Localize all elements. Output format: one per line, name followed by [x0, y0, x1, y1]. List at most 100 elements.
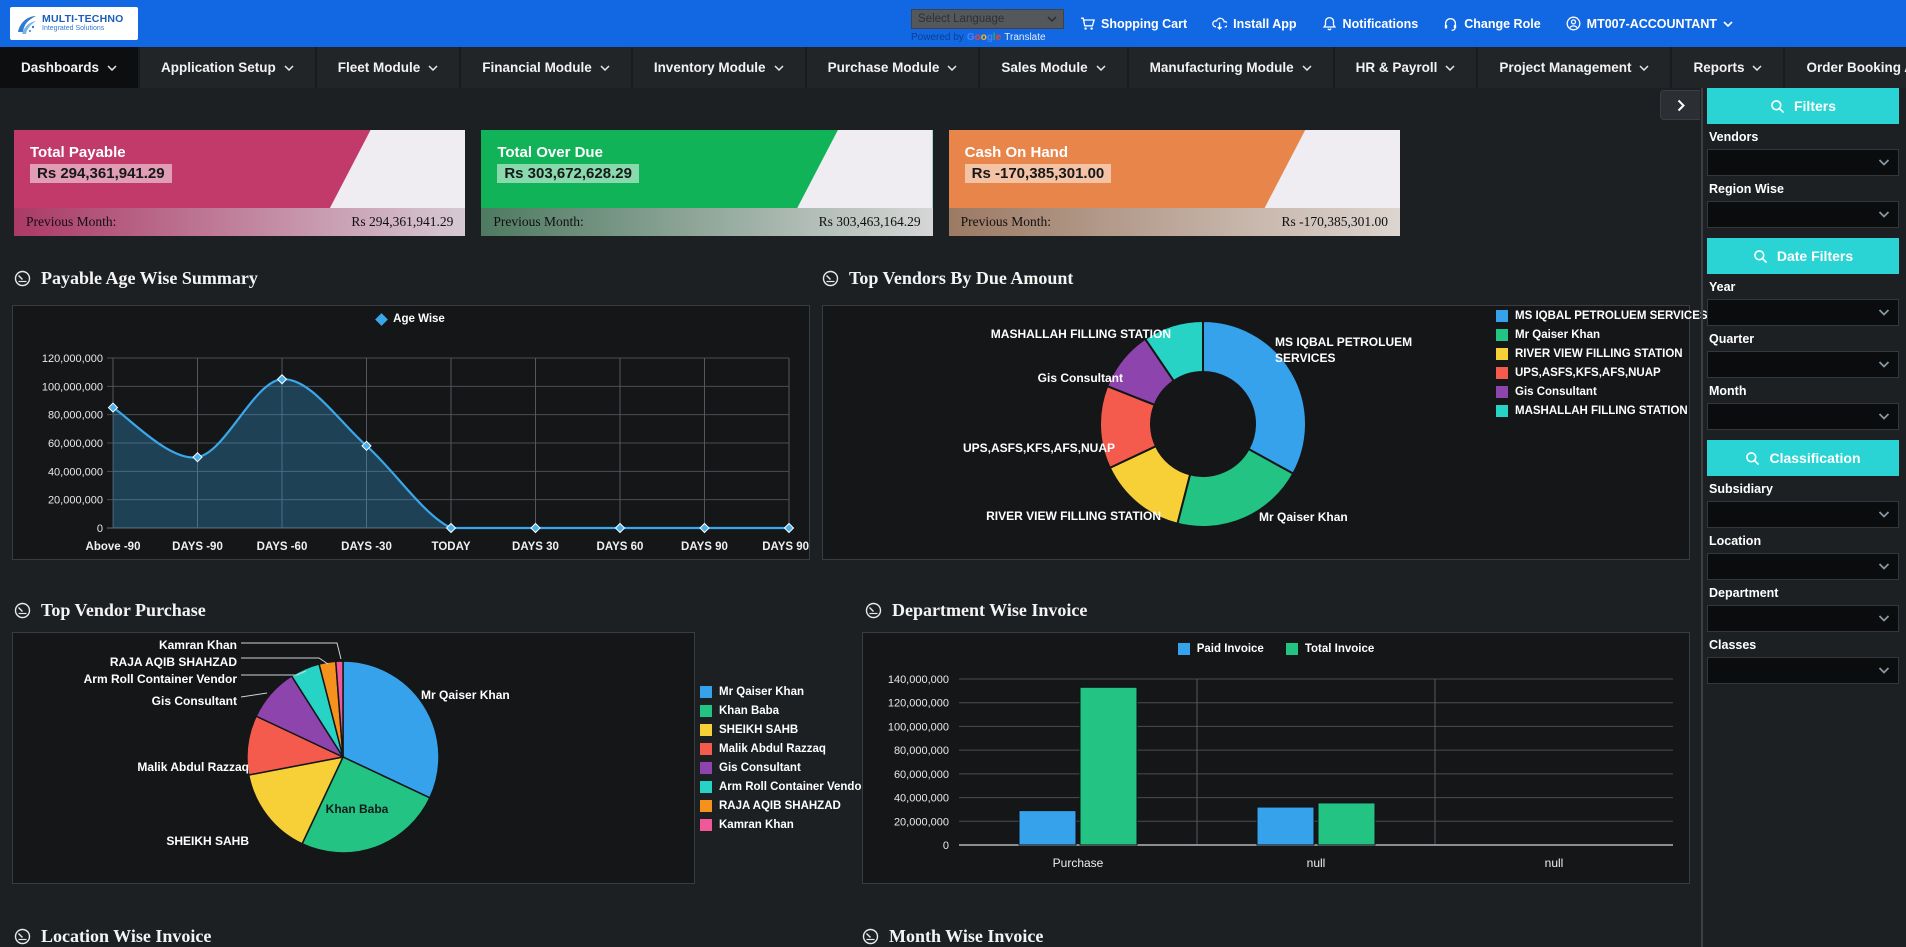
legend-item[interactable]: MS IQBAL PETROLUEM SERVICES — [1496, 310, 1708, 322]
legend-item[interactable]: MASHALLAH FILLING STATION — [1496, 405, 1708, 417]
legend-item[interactable]: Arm Roll Container Vendor — [700, 781, 866, 793]
legend-swatch — [1496, 329, 1508, 341]
chevron-down-icon — [1445, 65, 1455, 71]
svg-text:DAYS 60: DAYS 60 — [597, 541, 644, 553]
filter-select-year[interactable] — [1707, 299, 1899, 326]
svg-text:DAYS 90: DAYS 90 — [681, 541, 728, 553]
nav-item-inventory-module[interactable]: Inventory Module — [633, 47, 807, 88]
legend-item[interactable]: Paid Invoice — [1178, 643, 1264, 655]
section-title-location-invoice: Location Wise Invoice — [14, 926, 211, 947]
legend-item[interactable]: UPS,ASFS,KFS,AFS,NUAP — [1496, 367, 1708, 379]
legend-item[interactable]: RIVER VIEW FILLING STATION — [1496, 348, 1708, 360]
legend-label: RAJA AQIB SHAHZAD — [719, 800, 841, 812]
header-action-label: Install App — [1233, 17, 1296, 31]
language-widget: Select Language Powered by Google Transl… — [911, 9, 1064, 43]
collapse-sidebar-button[interactable] — [1660, 90, 1700, 120]
filter-select-region-wise[interactable] — [1707, 201, 1899, 228]
svg-text:DAYS -90: DAYS -90 — [172, 541, 223, 553]
filter-select-department[interactable] — [1707, 605, 1899, 632]
svg-text:80,000,000: 80,000,000 — [48, 410, 103, 422]
legend-item[interactable]: Age Wise — [377, 313, 445, 325]
kpi-title: Total Over Due — [497, 144, 932, 161]
sidebar-header-label: Date Filters — [1777, 248, 1853, 264]
legend-item[interactable]: Khan Baba — [700, 705, 866, 717]
filter-select-subsidiary[interactable] — [1707, 501, 1899, 528]
svg-text:DAYS 90+: DAYS 90+ — [762, 541, 809, 553]
legend-item[interactable]: Mr Qaiser Khan — [700, 686, 866, 698]
legend-label: Mr Qaiser Khan — [719, 686, 804, 698]
nav-item-purchase-module[interactable]: Purchase Module — [807, 47, 981, 88]
gauge-icon — [862, 928, 879, 945]
svg-text:120,000,000: 120,000,000 — [888, 698, 949, 710]
company-logo: MULTI-TECHNO Integrated Solutions — [10, 7, 138, 40]
sidebar-header-classification[interactable]: Classification — [1707, 440, 1899, 476]
section-title-top-vendor-purchase: Top Vendor Purchase — [14, 600, 206, 621]
filter-label-classes: Classes — [1709, 638, 1897, 652]
nav-item-manufacturing-module[interactable]: Manufacturing Module — [1129, 47, 1335, 88]
nav-item-sales-module[interactable]: Sales Module — [980, 47, 1128, 88]
header-action-shopping-cart[interactable]: Shopping Cart — [1080, 16, 1187, 31]
legend-item[interactable]: Gis Consultant — [700, 762, 866, 774]
svg-text:DAYS 30: DAYS 30 — [512, 541, 559, 553]
header-action-install-app[interactable]: Install App — [1212, 16, 1296, 31]
nav-item-project-management[interactable]: Project Management — [1478, 47, 1672, 88]
vendor-purchase-legend: Mr Qaiser Khan Khan Baba SHEIKH SAHB Malik … — [700, 686, 866, 838]
legend-item[interactable]: SHEIKH SAHB — [700, 724, 866, 736]
header-action-change-role[interactable]: Change Role — [1443, 16, 1540, 31]
svg-text:140,000,000: 140,000,000 — [888, 674, 949, 686]
filter-select-month[interactable] — [1707, 403, 1899, 430]
kpi-previous-month-strip: Previous Month:Rs 303,463,164.29 — [481, 208, 932, 236]
svg-text:80,000,000: 80,000,000 — [894, 745, 949, 757]
nav-item-application-setup[interactable]: Application Setup — [140, 47, 317, 88]
legend-item[interactable]: RAJA AQIB SHAHZAD — [700, 800, 866, 812]
nav-item-reports[interactable]: Reports — [1672, 47, 1785, 88]
svg-text:Mr Qaiser Khan: Mr Qaiser Khan — [1259, 510, 1348, 524]
legend-item[interactable]: Kamran Khan — [700, 819, 866, 831]
filter-select-classes[interactable] — [1707, 657, 1899, 684]
nav-item-dashboards[interactable]: Dashboards — [0, 47, 140, 88]
nav-item-label: Purchase Module — [828, 60, 940, 75]
sidebar-header-date-filters[interactable]: Date Filters — [1707, 238, 1899, 274]
filters-sidebar: FiltersVendorsRegion WiseDate FiltersYea… — [1707, 88, 1899, 694]
header-action-mt007-accountant[interactable]: MT007-ACCOUNTANT — [1566, 16, 1733, 31]
top-header: MULTI-TECHNO Integrated Solutions Select… — [0, 0, 1906, 47]
nav-item-order-booking-app[interactable]: Order Booking App — [1785, 47, 1906, 88]
nav-item-hr-payroll[interactable]: HR & Payroll — [1335, 47, 1479, 88]
nav-item-label: Application Setup — [161, 60, 276, 75]
filter-select-location[interactable] — [1707, 553, 1899, 580]
vendors-due-legend: MS IQBAL PETROLUEM SERVICES Mr Qaiser Kha… — [1496, 310, 1708, 424]
legend-item[interactable]: Mr Qaiser Khan — [1496, 329, 1708, 341]
header-action-label: MT007-ACCOUNTANT — [1587, 17, 1717, 31]
nav-item-label: Reports — [1693, 60, 1744, 75]
chevron-down-icon — [947, 65, 957, 71]
legend-item[interactable]: Gis Consultant — [1496, 386, 1708, 398]
chevron-down-icon — [1752, 65, 1762, 71]
svg-text:Khan Baba: Khan Baba — [326, 802, 389, 816]
kpi-card-total-over-due: Total Over DueRs 303,672,628.29Previous … — [481, 130, 932, 236]
header-action-notifications[interactable]: Notifications — [1322, 16, 1419, 31]
svg-text:Mr Qaiser Khan: Mr Qaiser Khan — [421, 688, 510, 702]
filter-label-vendors: Vendors — [1709, 130, 1897, 144]
nav-item-financial-module[interactable]: Financial Module — [461, 47, 633, 88]
svg-text:Purchase: Purchase — [1053, 856, 1104, 870]
sidebar-divider — [1701, 88, 1703, 947]
sidebar-header-filters[interactable]: Filters — [1707, 88, 1899, 124]
legend-item[interactable]: Malik Abdul Razzaq — [700, 743, 866, 755]
legend-item[interactable]: Total Invoice — [1286, 643, 1374, 655]
department-invoice-legend: Paid Invoice Total Invoice — [862, 643, 1690, 655]
chevron-down-icon — [284, 65, 294, 71]
nav-item-fleet-module[interactable]: Fleet Module — [317, 47, 462, 88]
age-wise-line-chart: 020,000,00040,000,00060,000,00080,000,00… — [13, 306, 809, 559]
kpi-card-total-payable: Total PayableRs 294,361,941.29Previous M… — [14, 130, 465, 236]
headset-icon — [1443, 16, 1458, 31]
svg-text:DAYS -60: DAYS -60 — [257, 541, 308, 553]
filter-select-vendors[interactable] — [1707, 149, 1899, 176]
legend-label: MASHALLAH FILLING STATION — [1515, 405, 1688, 417]
svg-text:100,000,000: 100,000,000 — [888, 721, 949, 733]
sidebar-header-label: Classification — [1769, 450, 1860, 466]
filter-select-quarter[interactable] — [1707, 351, 1899, 378]
chevron-down-icon — [774, 65, 784, 71]
legend-label: Mr Qaiser Khan — [1515, 329, 1600, 341]
language-select[interactable]: Select Language — [911, 9, 1064, 29]
legend-label: Kamran Khan — [719, 819, 794, 831]
